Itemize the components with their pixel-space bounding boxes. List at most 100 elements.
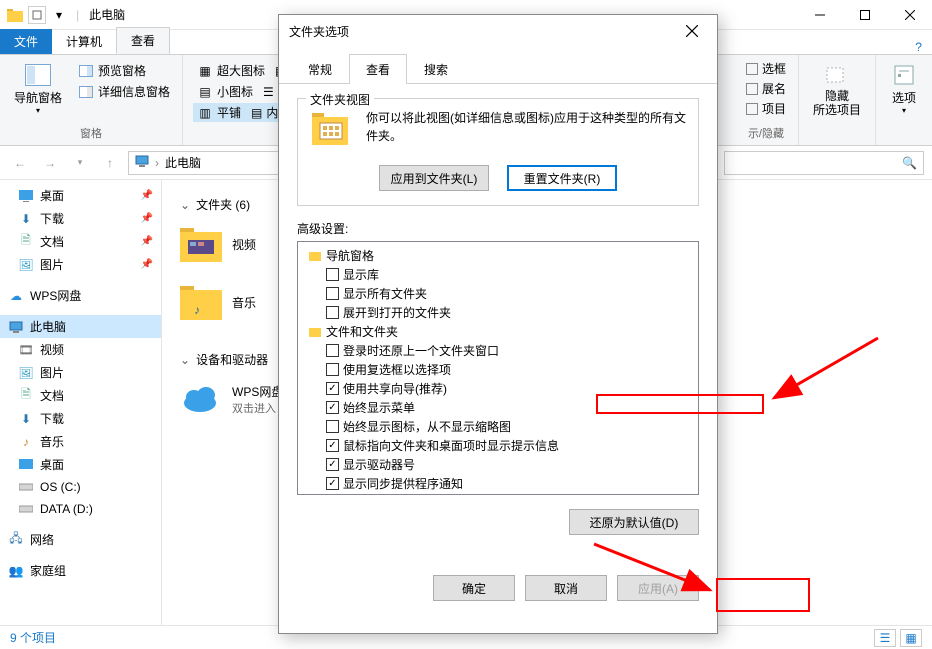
preview-pane-button[interactable]: 预览窗格	[74, 61, 174, 80]
tree-use-checkboxes[interactable]: 使用复选框以选择项	[300, 360, 696, 379]
tree-restore-prev[interactable]: 登录时还原上一个文件夹窗口	[300, 341, 696, 360]
annotation-highlight-share-wizard	[596, 394, 764, 414]
checkbox-icon	[746, 83, 758, 95]
qat-dropdown-icon[interactable]: ▾	[50, 6, 68, 24]
restore-defaults-button[interactable]: 还原为默认值(D)	[569, 509, 699, 535]
options-button[interactable]: 选项 ▾	[884, 59, 924, 117]
checkbox-icon[interactable]	[326, 439, 339, 452]
sidebar-item-datad[interactable]: DATA (D:)	[0, 498, 161, 520]
pc-icon	[135, 155, 149, 170]
tree-always-icons[interactable]: 始终显示图标，从不显示缩略图	[300, 417, 696, 436]
sidebar-item-videos[interactable]: 🎞视频	[0, 338, 161, 361]
sidebar-item-documents2[interactable]: 🗎文档	[0, 384, 161, 407]
tab-computer[interactable]: 计算机	[52, 29, 116, 54]
nav-pane-button[interactable]: 导航窗格 ▾	[8, 59, 68, 117]
icons-view-button[interactable]: ▦	[900, 629, 922, 647]
folder-icon	[308, 249, 322, 263]
sidebar-item-downloads2[interactable]: ⬇下载	[0, 407, 161, 430]
back-button[interactable]: ←	[8, 151, 32, 175]
folder-views-fieldset: 文件夹视图 你可以将此视图(如详细信息或图标)应用于这种类型的所有文件夹。 应用…	[297, 98, 699, 206]
tab-search[interactable]: 搜索	[407, 54, 465, 84]
details-pane-button[interactable]: 详细信息窗格	[74, 82, 174, 101]
cloud-drive-icon	[180, 378, 222, 420]
checkbox-icon[interactable]	[326, 382, 339, 395]
qat-properties-icon[interactable]	[28, 6, 46, 24]
help-icon[interactable]: ?	[905, 40, 932, 54]
apply-button[interactable]: 应用(A)	[617, 575, 699, 601]
checkbox-icon	[746, 63, 758, 75]
sidebar-item-downloads[interactable]: ⬇下载📌	[0, 207, 161, 230]
video-folder-icon	[180, 223, 222, 265]
music-folder-icon: ♪	[180, 281, 222, 323]
window-title: 此电脑	[89, 6, 125, 23]
document-icon: 🗎	[18, 388, 34, 404]
checkbox-icon[interactable]	[326, 287, 339, 300]
dialog-close-button[interactable]	[677, 19, 707, 43]
sidebar-item-pictures2[interactable]: 🖼图片	[0, 361, 161, 384]
sidebar-item-osc[interactable]: OS (C:)	[0, 476, 161, 498]
tree-sync-provider[interactable]: 显示同步提供程序通知	[300, 474, 696, 493]
ok-button[interactable]: 确定	[433, 575, 515, 601]
close-button[interactable]	[887, 0, 932, 30]
checkbox-icon[interactable]	[326, 477, 339, 490]
item-count: 9 个项目	[10, 629, 56, 646]
tree-files-folders[interactable]: 文件和文件夹	[300, 322, 696, 341]
checkbox-icon[interactable]	[326, 363, 339, 376]
desktop-icon	[18, 457, 34, 473]
checkbox-icon[interactable]	[326, 458, 339, 471]
sidebar-item-network[interactable]: 🖧网络	[0, 528, 161, 551]
checkbox-icon[interactable]	[326, 306, 339, 319]
advanced-settings-tree[interactable]: 导航窗格 显示库 显示所有文件夹 展开到打开的文件夹 文件和文件夹 登录时还原上…	[297, 241, 699, 495]
tree-expand-open[interactable]: 展开到打开的文件夹	[300, 303, 696, 322]
hidden-items-toggle[interactable]: 项目	[742, 99, 790, 118]
layout-tiles[interactable]: ▥平铺▤内	[193, 103, 282, 122]
minimize-button[interactable]	[797, 0, 842, 30]
sidebar-item-homegroup[interactable]: 👥家庭组	[0, 559, 161, 582]
sidebar-item-documents[interactable]: 🗎文档📌	[0, 230, 161, 253]
tree-show-all[interactable]: 显示所有文件夹	[300, 284, 696, 303]
tree-drive-letter[interactable]: 显示驱动器号	[300, 455, 696, 474]
reset-folders-button[interactable]: 重置文件夹(R)	[507, 165, 617, 191]
dialog-title: 文件夹选项	[289, 23, 349, 40]
up-button[interactable]: ↑	[98, 151, 122, 175]
tab-general[interactable]: 常规	[291, 54, 349, 84]
sidebar-item-thispc[interactable]: 此电脑	[0, 315, 161, 338]
checkbox-icon	[746, 103, 758, 115]
tree-mouse-hover[interactable]: 鼠标指向文件夹和桌面项时显示提示信息	[300, 436, 696, 455]
apply-to-folders-button[interactable]: 应用到文件夹(L)	[379, 165, 489, 191]
music-icon: ♪	[18, 434, 34, 450]
tab-view-dlg[interactable]: 查看	[349, 54, 407, 84]
forward-button[interactable]: →	[38, 151, 62, 175]
checkbox-icon[interactable]	[326, 420, 339, 433]
cloud-icon: ☁	[8, 288, 24, 304]
tiles-icon: ▥	[197, 105, 213, 121]
sidebar-item-pictures[interactable]: 🖼图片📌	[0, 253, 161, 276]
file-ext-toggle[interactable]: 展名	[742, 79, 790, 98]
item-checkboxes-toggle[interactable]: 选框	[742, 59, 790, 78]
sidebar-item-music[interactable]: ♪音乐	[0, 430, 161, 453]
sidebar-item-wps[interactable]: ☁WPS网盘	[0, 284, 161, 307]
details-view-button[interactable]: ☰	[874, 629, 896, 647]
checkbox-icon[interactable]	[326, 344, 339, 357]
checkbox-icon[interactable]	[326, 268, 339, 281]
search-icon: 🔍	[902, 156, 917, 170]
sidebar-item-desktop[interactable]: 桌面📌	[0, 184, 161, 207]
tree-show-lib[interactable]: 显示库	[300, 265, 696, 284]
recent-dropdown[interactable]: ▾	[68, 151, 92, 175]
preview-pane-icon	[78, 63, 94, 79]
dialog-tabs: 常规 查看 搜索	[279, 53, 717, 84]
hide-selected-button[interactable]: 隐藏 所选项目	[807, 59, 867, 120]
tab-file[interactable]: 文件	[0, 29, 52, 54]
folder-options-dialog: 文件夹选项 常规 查看 搜索 文件夹视图 你可以将此视图(如详细信息或图标)应用…	[278, 14, 718, 634]
checkbox-icon[interactable]	[326, 401, 339, 414]
maximize-button[interactable]	[842, 0, 887, 30]
sidebar-item-desktop2[interactable]: 桌面	[0, 453, 161, 476]
search-input[interactable]: 🔍	[724, 151, 924, 175]
tree-nav-pane[interactable]: 导航窗格	[300, 246, 696, 265]
hide-icon	[823, 61, 851, 89]
dialog-titlebar: 文件夹选项	[279, 15, 717, 47]
cancel-button[interactable]: 取消	[525, 575, 607, 601]
small-icon: ▤	[197, 84, 213, 100]
nav-pane-icon	[24, 61, 52, 89]
tab-view[interactable]: 查看	[116, 27, 170, 54]
